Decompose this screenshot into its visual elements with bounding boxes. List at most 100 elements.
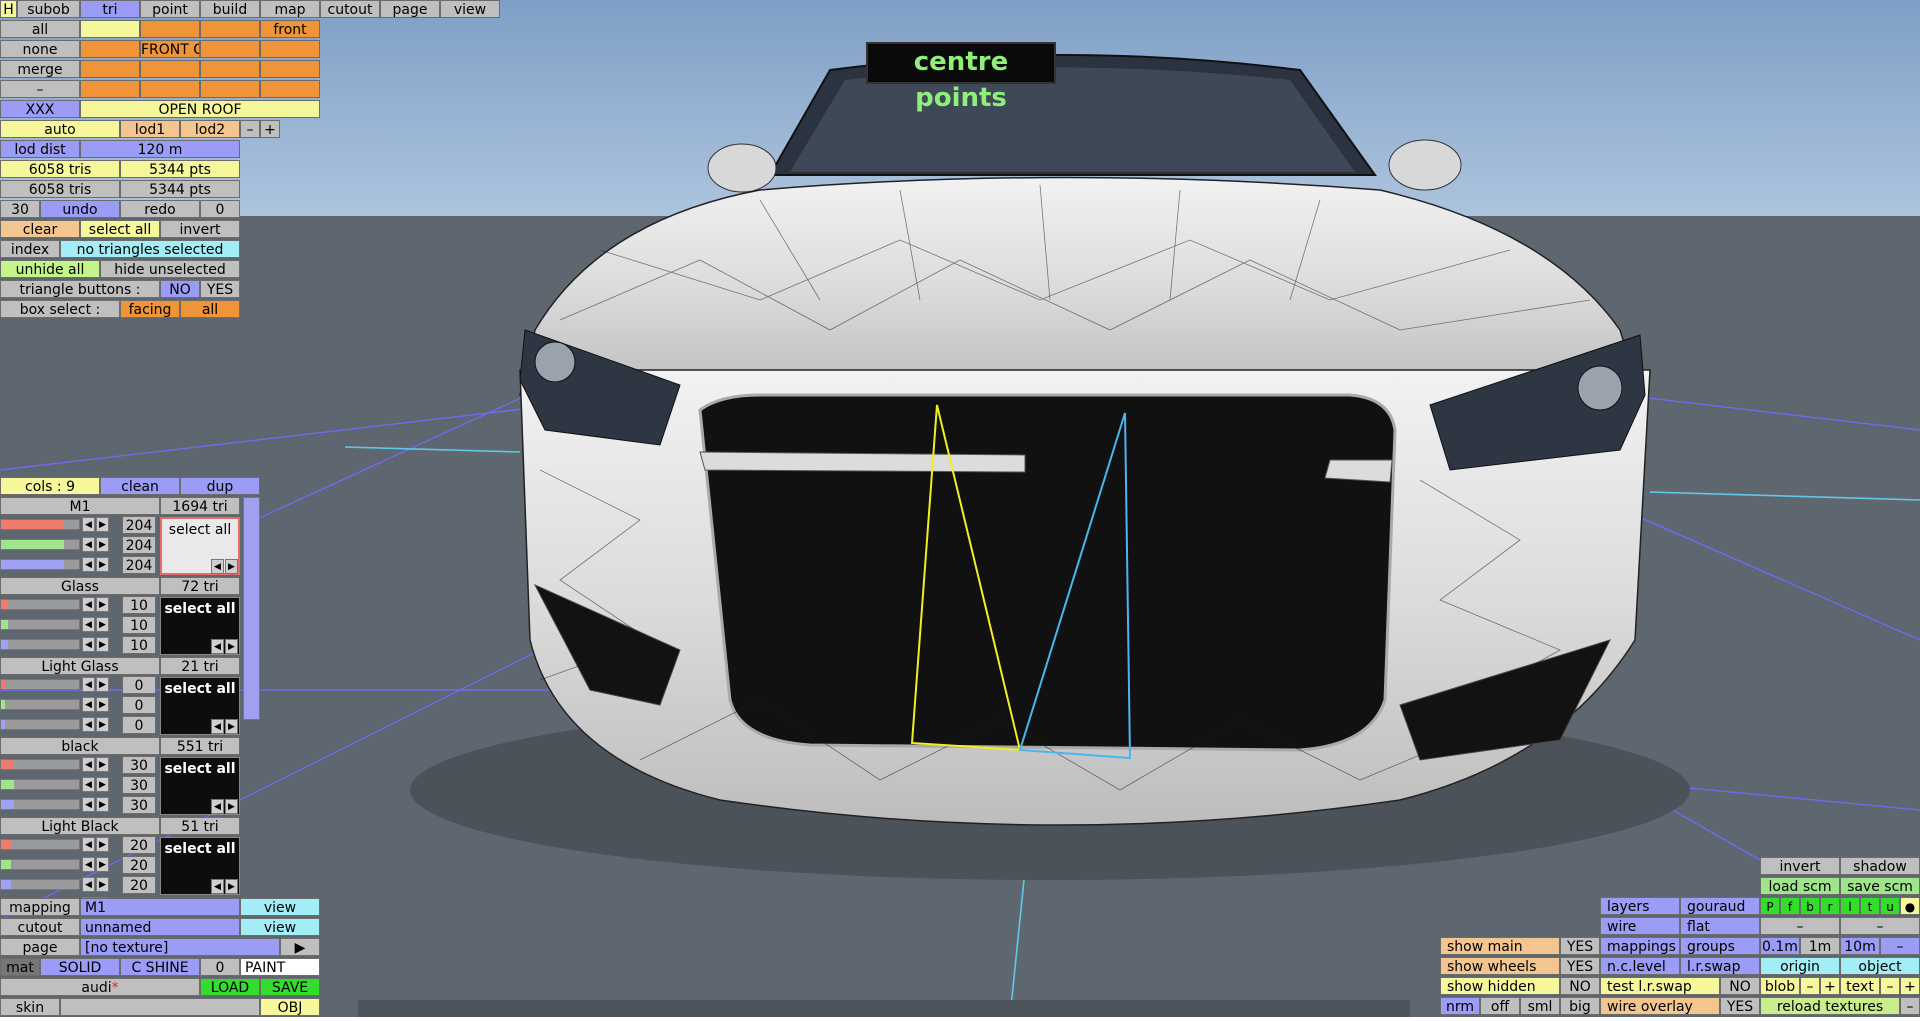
index-button[interactable]: index bbox=[0, 240, 60, 258]
layer-button[interactable]: r bbox=[1820, 897, 1840, 915]
cshine-button[interactable]: C SHINE bbox=[120, 958, 200, 976]
load-scm-button[interactable]: load scm bbox=[1760, 877, 1840, 895]
clear-button[interactable]: clear bbox=[0, 220, 80, 238]
colour-slider[interactable] bbox=[0, 639, 80, 650]
clean-button[interactable]: clean bbox=[100, 477, 180, 495]
grid-minus-a[interactable]: – bbox=[1760, 917, 1840, 935]
arrow-left-icon[interactable]: ◀ bbox=[82, 557, 95, 572]
material-name[interactable]: black bbox=[0, 737, 160, 755]
arrow-right-icon[interactable]: ▶ bbox=[96, 757, 109, 772]
colour-slider[interactable] bbox=[0, 879, 80, 890]
arrow-left-icon[interactable]: ◀ bbox=[82, 597, 95, 612]
menu-cutout[interactable]: cutout bbox=[320, 0, 380, 18]
arrow-left-icon[interactable]: ◀ bbox=[82, 637, 95, 652]
menu-page[interactable]: page bbox=[380, 0, 440, 18]
menu-view[interactable]: view bbox=[440, 0, 500, 18]
show-main-label[interactable]: show main bbox=[1440, 937, 1560, 955]
grid-minus[interactable]: – bbox=[1880, 937, 1920, 955]
arrow-left-icon[interactable]: ◀ bbox=[211, 639, 224, 654]
group-cell[interactable] bbox=[200, 40, 260, 58]
group-cell[interactable] bbox=[140, 20, 200, 38]
arrow-right-icon[interactable]: ▶ bbox=[96, 517, 109, 532]
mappings-button[interactable]: mappings bbox=[1600, 937, 1680, 955]
group-dash-button[interactable]: – bbox=[0, 80, 80, 98]
group-cell[interactable] bbox=[140, 60, 200, 78]
colour-value[interactable]: 30 bbox=[122, 776, 156, 794]
lod1-button[interactable]: lod1 bbox=[120, 120, 180, 138]
arrow-right-icon[interactable]: ▶ bbox=[96, 597, 109, 612]
menu-h[interactable]: H bbox=[0, 0, 17, 18]
select-all-button[interactable]: select all bbox=[80, 220, 160, 238]
arrow-left-icon[interactable]: ◀ bbox=[82, 797, 95, 812]
colour-slider[interactable] bbox=[0, 859, 80, 870]
arrow-left-icon[interactable]: ◀ bbox=[211, 879, 224, 894]
colour-slider[interactable] bbox=[0, 559, 80, 570]
nrm-button[interactable]: nrm bbox=[1440, 997, 1480, 1015]
wire-overlay-label[interactable]: wire overlay bbox=[1600, 997, 1720, 1015]
arrow-right-icon[interactable]: ▶ bbox=[225, 799, 238, 814]
3d-viewport[interactable] bbox=[0, 0, 1920, 1018]
arrow-left-icon[interactable]: ◀ bbox=[82, 677, 95, 692]
arrow-right-icon[interactable]: ▶ bbox=[96, 717, 109, 732]
colour-value[interactable]: 0 bbox=[122, 676, 156, 694]
group-cell[interactable] bbox=[260, 40, 320, 58]
arrow-left-icon[interactable]: ◀ bbox=[82, 517, 95, 532]
solid-button[interactable]: SOLID bbox=[40, 958, 120, 976]
layer-button[interactable]: l bbox=[1840, 897, 1860, 915]
colour-value[interactable]: 10 bbox=[122, 616, 156, 634]
material-name[interactable]: Glass bbox=[0, 577, 160, 595]
test-lr-swap-label[interactable]: test l.r.swap bbox=[1600, 977, 1720, 995]
group-cell[interactable] bbox=[80, 80, 140, 98]
arrow-right-icon[interactable]: ▶ bbox=[96, 857, 109, 872]
colour-slider[interactable] bbox=[0, 759, 80, 770]
group-xxx-button[interactable]: XXX bbox=[0, 100, 80, 118]
page-play-button[interactable]: ▶ bbox=[280, 938, 320, 956]
arrow-right-icon[interactable]: ▶ bbox=[96, 837, 109, 852]
dup-button[interactable]: dup bbox=[180, 477, 260, 495]
group-cell[interactable] bbox=[140, 80, 200, 98]
colour-slider[interactable] bbox=[0, 539, 80, 550]
colour-value[interactable]: 20 bbox=[122, 876, 156, 894]
group-cell[interactable] bbox=[200, 80, 260, 98]
layer-button[interactable]: t bbox=[1860, 897, 1880, 915]
arrow-left-icon[interactable]: ◀ bbox=[211, 719, 224, 734]
colour-slider[interactable] bbox=[0, 599, 80, 610]
colour-slider[interactable] bbox=[0, 799, 80, 810]
colour-slider[interactable] bbox=[0, 719, 80, 730]
colour-value[interactable]: 204 bbox=[122, 516, 156, 534]
skin-value[interactable] bbox=[60, 998, 260, 1016]
text-plus[interactable]: + bbox=[1900, 977, 1920, 995]
menu-point[interactable]: point bbox=[140, 0, 200, 18]
show-hidden-label[interactable]: show hidden bbox=[1440, 977, 1560, 995]
save-button[interactable]: SAVE bbox=[260, 978, 320, 996]
layers-button[interactable]: layers bbox=[1600, 897, 1680, 915]
layer-button[interactable]: u bbox=[1880, 897, 1900, 915]
unhide-all-button[interactable]: unhide all bbox=[0, 260, 100, 278]
group-all-button[interactable]: all bbox=[0, 20, 80, 38]
arrow-right-icon[interactable]: ▶ bbox=[96, 697, 109, 712]
lod-auto-button[interactable]: auto bbox=[0, 120, 120, 138]
arrow-left-icon[interactable]: ◀ bbox=[82, 617, 95, 632]
group-open-roof[interactable]: OPEN ROOF bbox=[80, 100, 320, 118]
arrow-right-icon[interactable]: ▶ bbox=[225, 559, 238, 574]
show-wheels-label[interactable]: show wheels bbox=[1440, 957, 1560, 975]
box-select-facing[interactable]: facing bbox=[120, 300, 180, 318]
layer-button[interactable]: ● bbox=[1900, 897, 1920, 915]
arrow-right-icon[interactable]: ▶ bbox=[225, 639, 238, 654]
redo-button[interactable]: redo bbox=[120, 200, 200, 218]
layer-button[interactable]: P bbox=[1760, 897, 1780, 915]
colour-value[interactable]: 20 bbox=[122, 856, 156, 874]
group-cell[interactable] bbox=[80, 40, 140, 58]
shine-value[interactable]: 0 bbox=[200, 958, 240, 976]
material-name[interactable]: Light Glass bbox=[0, 657, 160, 675]
show-main-value[interactable]: YES bbox=[1560, 937, 1600, 955]
lod-plus-button[interactable]: + bbox=[260, 120, 280, 138]
arrow-right-icon[interactable]: ▶ bbox=[225, 719, 238, 734]
group-cell[interactable] bbox=[260, 80, 320, 98]
grid-minus-b[interactable]: – bbox=[1840, 917, 1920, 935]
menu-subob[interactable]: subob bbox=[17, 0, 80, 18]
group-cell[interactable] bbox=[200, 60, 260, 78]
show-hidden-value[interactable]: NO bbox=[1560, 977, 1600, 995]
hide-unselected-button[interactable]: hide unselected bbox=[100, 260, 240, 278]
arrow-left-icon[interactable]: ◀ bbox=[82, 857, 95, 872]
